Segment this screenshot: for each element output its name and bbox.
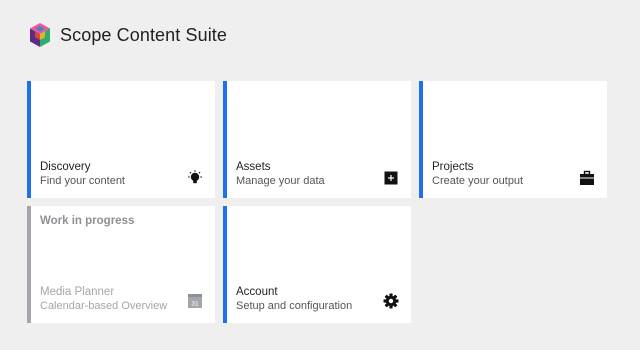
calendar-icon: 31 (188, 294, 202, 308)
tile-subtitle: Manage your data (236, 175, 325, 187)
tile-projects[interactable]: Projects Create your output (419, 81, 607, 198)
wip-label: Work in progress (40, 215, 135, 227)
cube-logo-icon (30, 23, 50, 47)
tile-media-planner: Work in progress Media Planner Calendar-… (27, 206, 215, 323)
app-title: Scope Content Suite (60, 24, 228, 45)
tile-title: Assets (236, 161, 271, 173)
tile-subtitle: Setup and configuration (236, 300, 353, 312)
calendar-day: 31 (191, 300, 199, 307)
gear-icon (383, 293, 399, 309)
tile-subtitle: Find your content (40, 175, 125, 187)
app-header: Scope Content Suite (28, 22, 227, 48)
tile-title: Discovery (40, 161, 91, 173)
tile-account[interactable]: Account Setup and configuration (223, 206, 411, 323)
tile-assets[interactable]: Assets Manage your data (223, 81, 411, 198)
plus-square-icon (384, 171, 398, 185)
tile-title: Media Planner (40, 286, 115, 298)
tile-subtitle: Calendar-based Overview (40, 300, 168, 312)
tile-discovery[interactable]: Discovery Find your content (27, 81, 215, 198)
tile-title: Account (236, 286, 278, 298)
tile-title: Projects (432, 161, 474, 173)
lightbulb-icon (188, 170, 202, 184)
briefcase-icon (580, 170, 594, 185)
tile-subtitle: Create your output (432, 175, 524, 187)
